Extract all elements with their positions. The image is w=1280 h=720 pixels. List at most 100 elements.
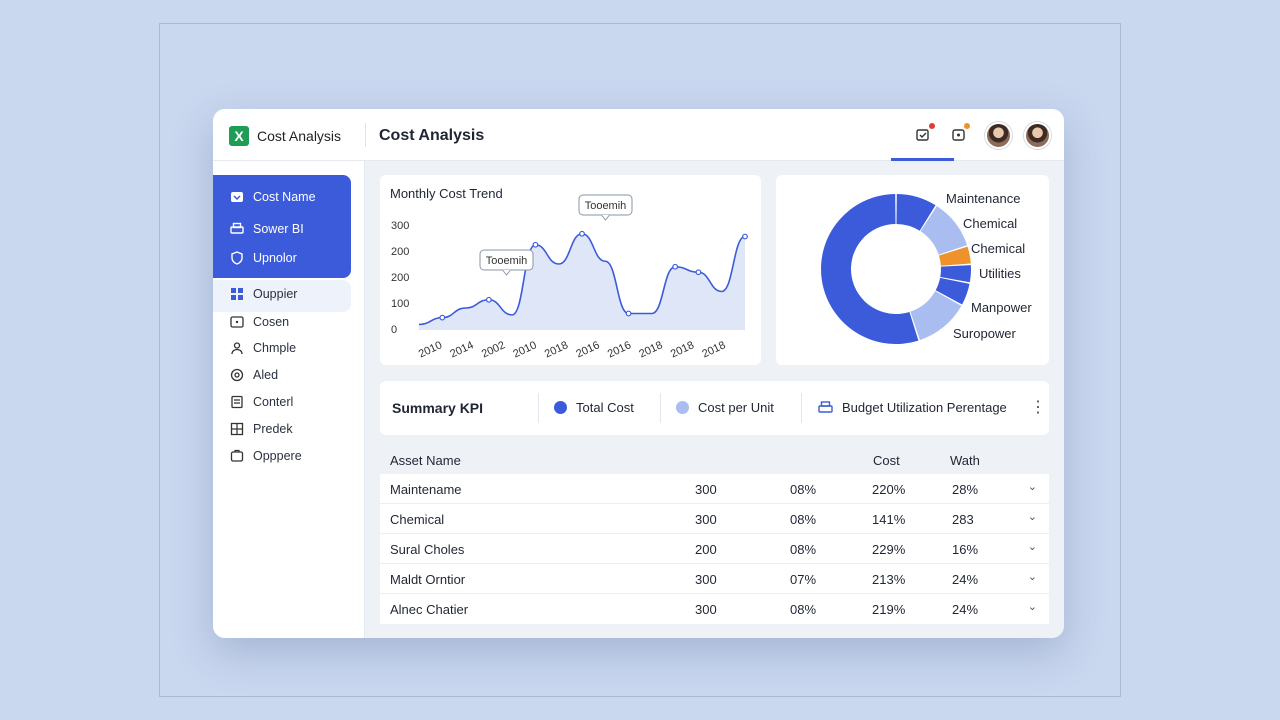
cell-asset: Maintename [390, 482, 462, 497]
cell-value: 300 [695, 602, 717, 617]
avatar[interactable] [1024, 122, 1051, 149]
legend-dot [554, 401, 567, 414]
kpi-label: Cost per Unit [698, 400, 774, 415]
badge-icon [229, 368, 244, 383]
data-point [742, 233, 748, 240]
sidebar-item-label: Predek [253, 422, 293, 436]
sidebar-item-oupier[interactable]: Ouppier [229, 284, 297, 304]
kpi-budget-utilization[interactable]: Budget Utilization Perentage [818, 400, 1007, 415]
trend-chart: 30020020010002010 2014 2002 2010 2018 2016 201… [391, 194, 748, 361]
app-name: Cost Analysis [257, 128, 342, 144]
sidebar-item-cost-name[interactable]: Cost Name [229, 187, 316, 207]
data-point [439, 314, 446, 321]
x-tick-label: 2010 [417, 339, 444, 360]
table-row[interactable]: Alnec Chatier 300 08% 219% 24% ⌄ [380, 594, 1049, 624]
y-tick-label: 200 [391, 246, 409, 258]
sidebar-item-label: Cost Name [253, 190, 316, 204]
sidebar-item-aled[interactable]: Aled [229, 365, 278, 385]
chevron-down-icon[interactable]: ⌄ [1028, 570, 1037, 583]
chevron-down-icon[interactable]: ⌄ [1028, 510, 1037, 523]
user-icon [229, 341, 244, 356]
donut-chart-card: Maintenance Chemical Chemical Utilities Manp… [776, 175, 1049, 365]
column-header-asset-name[interactable]: Asset Name [390, 453, 461, 468]
divider [365, 123, 366, 147]
slice-label: Manpower [971, 300, 1032, 315]
data-point [672, 263, 679, 270]
sidebar-item-cosen[interactable]: Cosen [229, 312, 289, 332]
data-point [532, 241, 539, 248]
table-row[interactable]: Chemical 300 08% 141% 283 ⌄ [380, 504, 1049, 534]
kpi-title: Summary KPI [392, 400, 484, 416]
legend-dot [676, 401, 689, 414]
column-header-cost[interactable]: Cost [873, 453, 900, 468]
sidebar-item-conterl[interactable]: Conterl [229, 392, 293, 412]
cell-value: 200 [695, 542, 717, 557]
sidebar-item-chmple[interactable]: Chmple [229, 338, 296, 358]
more-options-icon[interactable]: ⋮ [1030, 398, 1046, 418]
data-point [695, 269, 702, 276]
divider [801, 393, 802, 423]
page-title: Cost Analysis [379, 127, 485, 144]
cell-wath: 24% [952, 572, 979, 587]
table-row[interactable]: Maintename 300 08% 220% 28% ⌄ [380, 474, 1049, 504]
top-bar: X Cost Analysis Cost Analysis [213, 109, 1064, 161]
column-header-wath[interactable]: Wath [950, 453, 980, 468]
slice-label: Utilities [979, 266, 1021, 281]
chevron-down-icon[interactable]: ⌄ [1028, 540, 1037, 553]
cell-percent: 07% [790, 572, 817, 587]
sidebar-item-label: Ouppier [253, 287, 298, 301]
slice-label: Chemical [963, 216, 1017, 231]
print-icon [818, 400, 833, 415]
sidebar-item-label: Sower BI [253, 222, 304, 236]
table-row[interactable]: Sural Choles 200 08% 229% 16% ⌄ [380, 534, 1049, 564]
sidebar-item-label: Conterl [253, 395, 294, 409]
divider [660, 393, 661, 423]
kpi-total-cost[interactable]: Total Cost [554, 400, 634, 415]
sidebar-item-sower-bi[interactable]: Sower BI [229, 219, 304, 239]
table-row[interactable]: Maldt Orntior 300 07% 213% 24% ⌄ [380, 564, 1049, 594]
area-fill [419, 233, 745, 330]
data-point [625, 310, 632, 317]
y-tick-label: 0 [391, 324, 397, 336]
cell-value: 300 [695, 572, 717, 587]
print-icon [229, 222, 244, 237]
checkbox-icon[interactable] [915, 127, 931, 143]
sidebar-item-predek[interactable]: Predek [229, 419, 293, 439]
cell-wath: 16% [952, 542, 979, 557]
cell-cost: 141% [872, 512, 906, 527]
table-icon [229, 422, 244, 437]
chevron-down-icon[interactable]: ⌄ [1028, 480, 1037, 493]
tooltip-pointer [601, 214, 610, 221]
x-tick-label: 2018 [700, 339, 727, 360]
cell-asset: Maldt Orntior [390, 572, 466, 587]
data-point [579, 230, 585, 237]
box-icon [229, 449, 244, 464]
sidebar: Cost Name Sower BI Upnolor Ouppier Cosen… [213, 161, 365, 638]
donut-chart: Maintenance Chemical Chemical Utilities Manp… [821, 191, 1032, 345]
sidebar-item-label: Cosen [253, 315, 290, 329]
kpi-label: Budget Utilization Perentage [842, 400, 1007, 415]
kpi-cost-per-unit[interactable]: Cost per Unit [676, 400, 774, 415]
data-point [485, 296, 492, 303]
shield-icon [229, 250, 244, 266]
cell-percent: 08% [790, 512, 817, 527]
tooltip-pointer [502, 269, 511, 276]
chevron-down-icon[interactable]: ⌄ [1028, 600, 1037, 613]
kpi-bar: Summary KPI Total Cost Cost per Unit Bud… [380, 381, 1049, 435]
avatar[interactable] [985, 122, 1012, 149]
x-tick-label: 2010 [511, 339, 538, 360]
notification-icon[interactable] [951, 127, 967, 143]
grid-icon [229, 287, 244, 302]
tag-icon [229, 190, 244, 205]
x-tick-label: 2016 [574, 339, 601, 360]
cell-asset: Chemical [390, 512, 445, 527]
x-tick-label: 2018 [543, 339, 570, 360]
slice-label: Maintenance [946, 191, 1020, 206]
cell-percent: 08% [790, 542, 817, 557]
sidebar-item-upnolor[interactable]: Upnolor [229, 248, 297, 268]
sidebar-item-opppere[interactable]: Opppere [229, 446, 302, 466]
x-tick-label: 2002 [480, 339, 507, 360]
x-tick-label: 2018 [669, 339, 696, 360]
sidebar-item-label: Aled [253, 368, 279, 382]
sidebar-item-label: Opppere [253, 449, 302, 463]
